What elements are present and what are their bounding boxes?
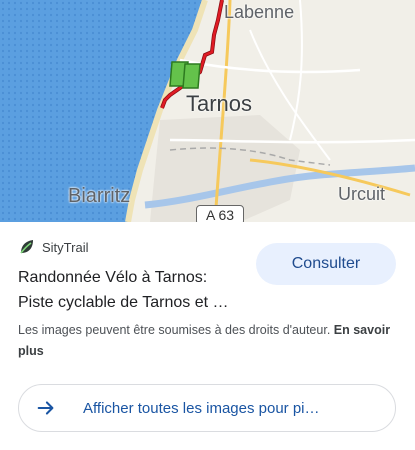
- disclaimer-text: Les images peuvent être soumises à des d…: [18, 323, 331, 337]
- consult-button[interactable]: Consulter: [256, 243, 396, 285]
- map-label-tarnos: Tarnos: [186, 91, 253, 116]
- arrow-right-icon: [37, 401, 54, 415]
- result-title-line: Randonnée Vélo à Tarnos:: [18, 269, 208, 286]
- result-title[interactable]: Randonnée Vélo à Tarnos: Piste cyclable …: [18, 265, 258, 315]
- show-all-images-label: Afficher toutes les images pour pi…: [83, 399, 320, 417]
- map-thumbnail[interactable]: Labenne Tarnos Biarritz Urcuit A 63: [0, 0, 415, 222]
- map-label-urcuit: Urcuit: [338, 184, 386, 204]
- green-flag-icon: [169, 61, 201, 89]
- show-all-images-button[interactable]: Afficher toutes les images pour pi…: [18, 384, 396, 432]
- source-name: SityTrail: [42, 239, 89, 255]
- result-title-line: Piste cyclable de Tarnos et …: [18, 294, 229, 311]
- leaf-icon: [20, 240, 33, 254]
- map-label-labenne: Labenne: [224, 2, 295, 22]
- map-label-biarritz: Biarritz: [68, 185, 131, 207]
- road-shield-a63: A 63: [196, 205, 244, 222]
- source-attribution[interactable]: SityTrail: [18, 238, 88, 256]
- copyright-disclaimer: Les images peuvent être soumises à des d…: [18, 320, 398, 362]
